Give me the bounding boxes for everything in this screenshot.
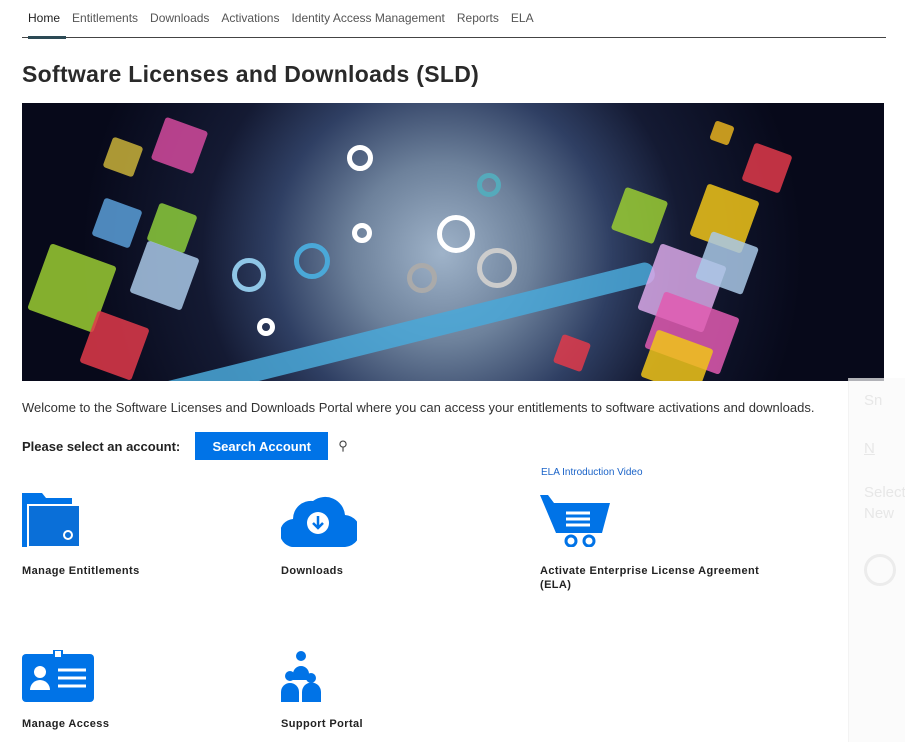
manage-entitlements-label: Manage Entitlements [22, 565, 140, 577]
side-text-2: New [864, 505, 895, 522]
welcome-text: Welcome to the Software Licenses and Dow… [22, 400, 815, 415]
id-card-icon [22, 649, 94, 702]
nav-reports[interactable]: Reports [451, 0, 505, 38]
mountain-icon [864, 554, 896, 586]
downloads-label: Downloads [281, 565, 344, 577]
shopping-cart-icon [540, 495, 610, 548]
downloads-tile[interactable]: Downloads [279, 493, 481, 578]
nav-downloads[interactable]: Downloads [144, 0, 215, 38]
hero-banner [22, 103, 884, 381]
page-title: Software Licenses and Downloads (SLD) [22, 61, 480, 87]
activate-ela-tile[interactable]: Activate Enterprise License Agreement (E… [540, 493, 770, 592]
manage-access-tile[interactable]: Manage Access [22, 649, 222, 731]
side-item-1[interactable]: Sn [864, 392, 882, 409]
manage-access-label: Manage Access [22, 718, 110, 730]
nav-ela[interactable]: ELA [505, 0, 540, 38]
nav-entitlements[interactable]: Entitlements [66, 0, 144, 38]
side-text-1: Select [864, 484, 905, 501]
top-nav: Home Entitlements Downloads Activations … [22, 0, 886, 39]
cloud-download-icon [279, 496, 361, 548]
activate-ela-label: Activate Enterprise License Agreement (E… [540, 565, 760, 591]
side-panel: Sn N Select New [848, 378, 905, 742]
ela-intro-video-link[interactable]: ELA Introduction Video [541, 467, 643, 478]
side-item-2[interactable]: N [864, 440, 875, 457]
manage-entitlements-tile[interactable]: Manage Entitlements [22, 493, 222, 578]
lightbulb-icon[interactable]: ⚲ [338, 438, 348, 454]
nav-activations[interactable]: Activations [215, 0, 285, 38]
people-group-icon [281, 651, 321, 702]
support-portal-label: Support Portal [281, 718, 363, 730]
search-account-button[interactable]: Search Account [195, 432, 329, 460]
account-label: Please select an account: [22, 438, 181, 454]
folder-gear-icon [22, 493, 81, 548]
nav-home[interactable]: Home [22, 0, 67, 39]
support-portal-tile[interactable]: Support Portal [281, 650, 481, 731]
nav-iam[interactable]: Identity Access Management [285, 0, 450, 38]
account-selector: Please select an account: Search Account… [22, 432, 348, 460]
